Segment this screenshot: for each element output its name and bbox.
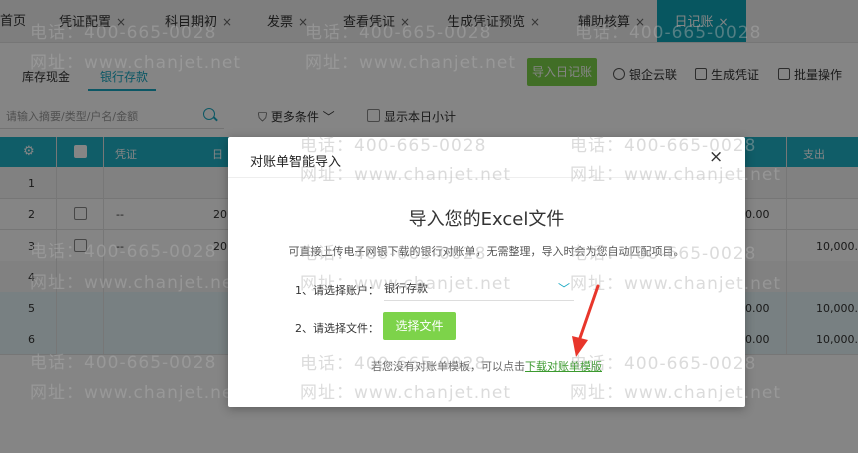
red-arrow-annotation xyxy=(572,284,600,357)
arrow-shaft xyxy=(578,284,600,340)
arrow-head xyxy=(572,336,588,357)
